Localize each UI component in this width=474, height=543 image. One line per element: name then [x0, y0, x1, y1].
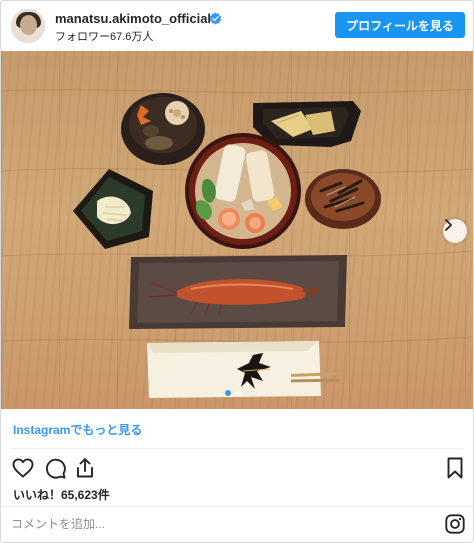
- username[interactable]: manatsu.akimoto_official: [55, 11, 211, 26]
- chevron-right-icon: [445, 219, 452, 231]
- avatar[interactable]: [11, 9, 45, 43]
- tazukuri-bowl: [305, 169, 381, 229]
- like-count: いいね！65,623件: [13, 488, 110, 502]
- pickled-vegetable-plate: [73, 169, 153, 249]
- view-profile-button[interactable]: プロフィールを見る: [335, 12, 465, 38]
- comment-icon[interactable]: [43, 456, 67, 480]
- follower-count: フォロワー67.6万人: [55, 31, 154, 43]
- grilled-prawn-plate: [129, 255, 347, 329]
- carousel-dot: [235, 390, 241, 396]
- divider: [11, 448, 463, 449]
- meal-illustration: [1, 88, 473, 398]
- chopstick-envelope: [147, 341, 342, 398]
- post-header: manatsu.akimoto_official フォロワー67.6万人 プロフ…: [1, 1, 473, 51]
- bookmark-icon[interactable]: [443, 456, 467, 480]
- carousel-dot-active: [225, 390, 231, 396]
- view-more-on-instagram-link[interactable]: Instagramでもっと見る: [13, 421, 142, 438]
- simmered-vegetable-bowl: [121, 93, 205, 165]
- divider: [1, 506, 473, 507]
- comment-input[interactable]: [11, 511, 431, 537]
- instagram-icon[interactable]: [444, 513, 466, 535]
- post-photo[interactable]: [1, 51, 473, 409]
- instagram-embed-card: manatsu.akimoto_official フォロワー67.6万人 プロフ…: [0, 0, 474, 543]
- carousel-indicator: [225, 390, 241, 396]
- ozoni-soup-bowl: [185, 133, 301, 249]
- next-photo-button[interactable]: [443, 219, 467, 243]
- heart-icon[interactable]: [11, 456, 35, 480]
- verified-badge-icon: [209, 12, 222, 25]
- share-icon[interactable]: [73, 456, 97, 480]
- avatar-face: [20, 15, 37, 35]
